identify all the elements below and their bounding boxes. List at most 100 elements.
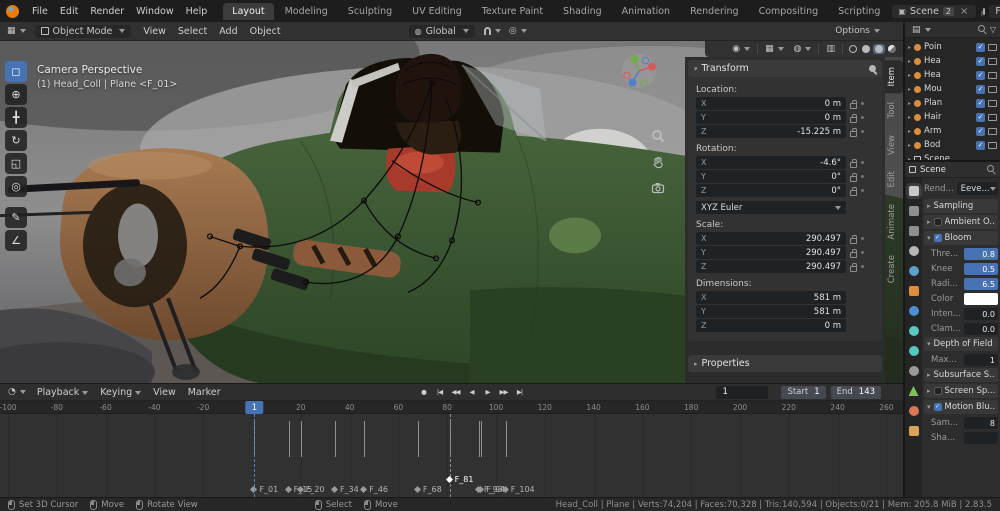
scene-unlink-button[interactable]: ×: [958, 6, 970, 17]
snap-toggle[interactable]: [481, 26, 504, 36]
property-field[interactable]: 0.0: [964, 323, 998, 335]
options-menu[interactable]: Options: [832, 25, 883, 37]
mode-selector[interactable]: Object Mode: [35, 25, 132, 38]
checkbox-icon[interactable]: ✓: [976, 57, 985, 66]
checkbox-icon[interactable]: ✓: [976, 113, 985, 122]
panel-checkbox[interactable]: ✓: [934, 234, 942, 242]
menu-select[interactable]: Select: [172, 25, 213, 38]
properties-tab-object[interactable]: [909, 286, 919, 296]
timeline-marker[interactable]: F_68: [415, 485, 442, 494]
properties-tab-constraints[interactable]: [909, 366, 919, 376]
lock-icon[interactable]: [850, 117, 857, 123]
rotation-x-field[interactable]: X-4.6°: [696, 156, 846, 169]
panel-header-subsurface-s[interactable]: ▸Subsurface S...: [924, 368, 998, 382]
workspace-tab-modeling[interactable]: Modeling: [276, 3, 337, 20]
color-swatch[interactable]: [964, 293, 998, 305]
panel-header-sampling[interactable]: ▸Sampling: [924, 199, 998, 213]
timeline-ruler[interactable]: -100-80-60-40-20204060801001201401601802…: [0, 401, 903, 414]
jump-to-start-button[interactable]: |◀: [432, 385, 447, 399]
next-keyframe-button[interactable]: ▶▶: [496, 385, 511, 399]
outliner-item[interactable]: ▸Hair✓: [905, 110, 1000, 124]
annotate-tool[interactable]: ✎: [5, 207, 27, 228]
sidebar-tab-edit[interactable]: Edit: [885, 164, 903, 194]
workspace-tab-shading[interactable]: Shading: [554, 3, 611, 20]
workspace-tab-scripting[interactable]: Scripting: [829, 3, 889, 20]
filter-icon[interactable]: ▽: [990, 25, 996, 34]
sidebar-tab-view[interactable]: View: [885, 128, 903, 162]
rotation-z-field[interactable]: Z0°: [696, 184, 846, 197]
previous-keyframe-button[interactable]: ◀◀: [448, 385, 463, 399]
sidebar-tab-animate[interactable]: Animate: [885, 197, 903, 247]
checkbox-icon[interactable]: ✓: [976, 127, 985, 136]
property-field[interactable]: 1: [964, 354, 998, 366]
panel-header-depth-of-field[interactable]: ▾Depth of Field: [924, 337, 998, 351]
expand-icon[interactable]: ▸: [908, 142, 911, 149]
disable-in-viewport-icon[interactable]: [988, 142, 997, 149]
scene-users-badge[interactable]: 2: [943, 7, 954, 16]
disable-in-viewport-icon[interactable]: [988, 128, 997, 135]
outliner-item[interactable]: ▸Bod✓: [905, 138, 1000, 152]
panel-header-ambient-o[interactable]: ▸Ambient O...: [924, 215, 998, 229]
render-engine-dropdown[interactable]: Eeve...: [957, 182, 998, 195]
shading-rendered-button[interactable]: [886, 44, 898, 54]
editor-type-selector[interactable]: ◔: [5, 386, 29, 398]
outliner-item[interactable]: ▸Mou✓: [905, 82, 1000, 96]
checkbox-icon[interactable]: ✓: [976, 141, 985, 150]
timeline-marker[interactable]: F_01: [251, 485, 278, 494]
overlays-toggle[interactable]: ◍: [791, 43, 815, 55]
sidebar-tab-tool[interactable]: Tool: [885, 95, 903, 126]
lock-icon[interactable]: [850, 266, 857, 272]
disable-in-viewport-icon[interactable]: [988, 114, 997, 121]
dimensions-y-field[interactable]: Y581 m: [696, 305, 846, 318]
proportional-editing-toggle[interactable]: ◎: [506, 25, 530, 37]
measure-tool[interactable]: ∠: [5, 230, 27, 251]
scene-selector[interactable]: ▣ Scene 2 ×: [892, 5, 976, 18]
location-y-field[interactable]: Y0 m: [696, 111, 846, 124]
jump-to-end-button[interactable]: ▶|: [512, 385, 527, 399]
workspace-tab-layout[interactable]: Layout: [223, 3, 273, 20]
frame-start-field[interactable]: Start1: [781, 386, 825, 399]
location-z-field[interactable]: Z-15.225 m: [696, 125, 846, 138]
outliner-item[interactable]: ▸Arm✓: [905, 124, 1000, 138]
properties-tab-physics[interactable]: [909, 346, 919, 356]
disable-in-viewport-icon[interactable]: [988, 100, 997, 107]
play-reverse-button[interactable]: ◀: [464, 385, 479, 399]
workspace-tab-rendering[interactable]: Rendering: [681, 3, 748, 20]
properties-tab-world[interactable]: [909, 266, 919, 276]
menu-view[interactable]: View: [137, 25, 172, 38]
search-icon[interactable]: [978, 25, 987, 34]
property-field[interactable]: 0.5: [964, 263, 998, 275]
sidebar-tab-item[interactable]: Item: [885, 60, 903, 93]
xray-toggle[interactable]: ▥: [823, 43, 838, 55]
frame-end-field[interactable]: End143: [831, 386, 881, 399]
lock-icon[interactable]: [850, 190, 857, 196]
panel-checkbox[interactable]: [934, 387, 942, 395]
lock-icon[interactable]: [850, 176, 857, 182]
timeline-marker[interactable]: F_34: [332, 485, 359, 494]
shading-wireframe-button[interactable]: [847, 44, 859, 54]
menu-window[interactable]: Window: [130, 4, 179, 19]
scale-z-field[interactable]: Z290.497: [696, 260, 846, 273]
property-field[interactable]: 0.0: [964, 308, 998, 320]
checkbox-icon[interactable]: ✓: [976, 85, 985, 94]
menu-help[interactable]: Help: [180, 4, 214, 19]
timeline-marker[interactable]: F_81: [447, 475, 474, 484]
blender-logo-icon[interactable]: [6, 5, 19, 18]
menu-file[interactable]: File: [26, 4, 54, 19]
menu-view[interactable]: View: [147, 385, 182, 400]
workspace-tab-animation[interactable]: Animation: [613, 3, 679, 20]
lock-icon[interactable]: [850, 252, 857, 258]
pivot-point-selector[interactable]: ◉: [729, 43, 753, 55]
properties-tab-material[interactable]: [909, 406, 919, 416]
outliner-item[interactable]: ▸Plan✓: [905, 96, 1000, 110]
expand-icon[interactable]: ▸: [908, 44, 911, 51]
timeline-marker[interactable]: F_46: [361, 485, 388, 494]
disable-in-viewport-icon[interactable]: [988, 72, 997, 79]
camera-view-icon[interactable]: [651, 181, 665, 198]
disable-in-viewport-icon[interactable]: [988, 86, 997, 93]
auto-keyframe-button[interactable]: ●: [416, 385, 431, 399]
property-field[interactable]: 6.5: [964, 278, 998, 290]
3d-viewport[interactable]: ◉ ▦ ◍ ▥ ◻⊕╋↻◱◎✎∠ Camera Perspective (1) …: [0, 41, 903, 383]
current-frame-field[interactable]: 1: [716, 386, 768, 399]
view-layer-selector[interactable]: Foreground: [989, 5, 1000, 18]
